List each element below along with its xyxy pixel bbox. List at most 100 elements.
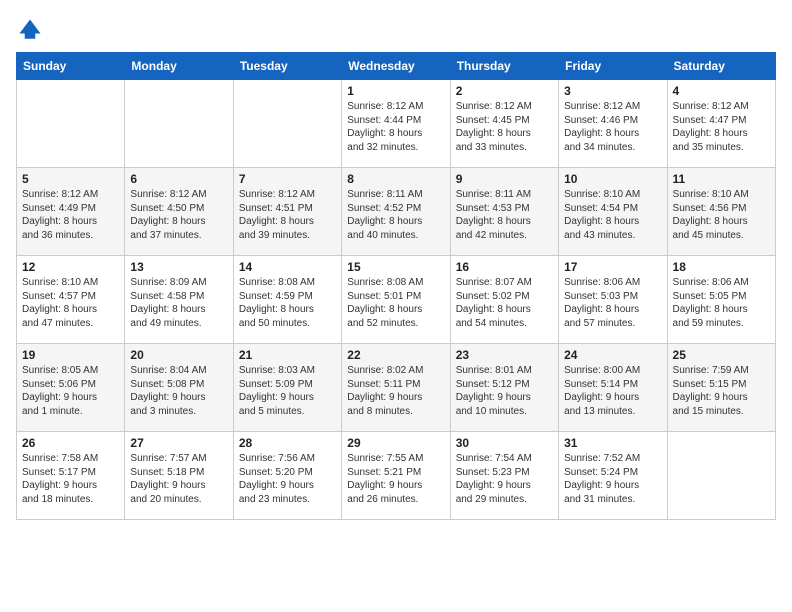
day-info: Sunrise: 8:04 AMSunset: 5:08 PMDaylight:…: [130, 364, 227, 418]
calendar-cell: 28 Sunrise: 7:56 AMSunset: 5:20 PMDayligh…: [233, 432, 341, 520]
day-number: 11: [673, 172, 770, 186]
calendar-cell: 1 Sunrise: 8:12 AMSunset: 4:44 PMDaylight…: [342, 80, 450, 168]
calendar-cell: 11 Sunrise: 8:10 AMSunset: 4:56 PMDayligh…: [667, 168, 775, 256]
day-number: 21: [239, 348, 336, 362]
day-info: Sunrise: 8:10 AMSunset: 4:54 PMDaylight:…: [564, 188, 661, 242]
calendar-cell: 13Sunrise: 8:09 AMSunset: 4:58 PMDayligh…: [125, 256, 233, 344]
logo: [16, 16, 48, 44]
day-info: Sunrise: 8:01 AMSunset: 5:12 PMDaylight:…: [456, 364, 553, 418]
day-info: Sunrise: 7:54 AMSunset: 5:23 PMDaylight:…: [456, 452, 553, 506]
weekday-header-wednesday: Wednesday: [342, 53, 450, 80]
weekday-header-tuesday: Tuesday: [233, 53, 341, 80]
day-number: 10: [564, 172, 661, 186]
calendar-cell: 12 Sunrise: 8:10 AMSunset: 4:57 PMDayligh…: [17, 256, 125, 344]
day-number: 9: [456, 172, 553, 186]
calendar-cell: 6 Sunrise: 8:12 AMSunset: 4:50 PMDaylight…: [125, 168, 233, 256]
day-number: 4: [673, 84, 770, 98]
day-number: 30: [456, 436, 553, 450]
day-info: Sunrise: 8:11 AMSunset: 4:53 PMDaylight:…: [456, 188, 553, 242]
calendar-cell: 21 Sunrise: 8:03 AMSunset: 5:09 PMDayligh…: [233, 344, 341, 432]
day-info: Sunrise: 8:10 AMSunset: 4:56 PMDaylight:…: [673, 188, 770, 242]
calendar-cell: 26 Sunrise: 7:58 AMSunset: 5:17 PMDayligh…: [17, 432, 125, 520]
calendar-cell: [667, 432, 775, 520]
day-info: Sunrise: 8:12 AMSunset: 4:44 PMDaylight:…: [347, 100, 444, 154]
day-info: Sunrise: 8:07 AMSunset: 5:02 PMDaylight:…: [456, 276, 553, 330]
day-number: 16: [456, 260, 553, 274]
calendar-cell: 10 Sunrise: 8:10 AMSunset: 4:54 PMDayligh…: [559, 168, 667, 256]
day-number: 2: [456, 84, 553, 98]
calendar-cell: 5 Sunrise: 8:12 AMSunset: 4:49 PMDaylight…: [17, 168, 125, 256]
calendar-cell: 19 Sunrise: 8:05 AMSunset: 5:06 PMDayligh…: [17, 344, 125, 432]
day-info: Sunrise: 8:00 AMSunset: 5:14 PMDaylight:…: [564, 364, 661, 418]
weekday-header-friday: Friday: [559, 53, 667, 80]
calendar-cell: 8 Sunrise: 8:11 AMSunset: 4:52 PMDaylight…: [342, 168, 450, 256]
weekday-header-sunday: Sunday: [17, 53, 125, 80]
calendar-cell: 7Sunrise: 8:12 AMSunset: 4:51 PMDaylight…: [233, 168, 341, 256]
day-number: 31: [564, 436, 661, 450]
week-row-4: 19 Sunrise: 8:05 AMSunset: 5:06 PMDayligh…: [17, 344, 776, 432]
day-info: Sunrise: 8:03 AMSunset: 5:09 PMDaylight:…: [239, 364, 336, 418]
day-info: Sunrise: 7:56 AMSunset: 5:20 PMDaylight:…: [239, 452, 336, 506]
day-number: 23: [456, 348, 553, 362]
calendar-container: SundayMondayTuesdayWednesdayThursdayFrid…: [0, 0, 792, 530]
day-info: Sunrise: 8:12 AMSunset: 4:49 PMDaylight:…: [22, 188, 119, 242]
calendar-cell: 17 Sunrise: 8:06 AMSunset: 5:03 PMDayligh…: [559, 256, 667, 344]
day-info: Sunrise: 7:59 AMSunset: 5:15 PMDaylight:…: [673, 364, 770, 418]
day-number: 12: [22, 260, 119, 274]
day-number: 1: [347, 84, 444, 98]
calendar-table: SundayMondayTuesdayWednesdayThursdayFrid…: [16, 52, 776, 520]
day-number: 24: [564, 348, 661, 362]
day-info: Sunrise: 8:11 AMSunset: 4:52 PMDaylight:…: [347, 188, 444, 242]
day-info: Sunrise: 7:55 AMSunset: 5:21 PMDaylight:…: [347, 452, 444, 506]
calendar-cell: 23 Sunrise: 8:01 AMSunset: 5:12 PMDayligh…: [450, 344, 558, 432]
weekday-header-monday: Monday: [125, 53, 233, 80]
day-info: Sunrise: 7:58 AMSunset: 5:17 PMDaylight:…: [22, 452, 119, 506]
calendar-cell: 18 Sunrise: 8:06 AMSunset: 5:05 PMDayligh…: [667, 256, 775, 344]
day-info: Sunrise: 8:08 AMSunset: 5:01 PMDaylight:…: [347, 276, 444, 330]
calendar-cell: 15 Sunrise: 8:08 AMSunset: 5:01 PMDayligh…: [342, 256, 450, 344]
day-number: 18: [673, 260, 770, 274]
day-number: 8: [347, 172, 444, 186]
day-info: Sunrise: 8:12 AMSunset: 4:51 PMDaylight:…: [239, 188, 336, 242]
day-info: Sunrise: 8:06 AMSunset: 5:03 PMDaylight:…: [564, 276, 661, 330]
day-info: Sunrise: 8:12 AMSunset: 4:50 PMDaylight:…: [130, 188, 227, 242]
calendar-cell: 31Sunrise: 7:52 AMSunset: 5:24 PMDayligh…: [559, 432, 667, 520]
day-number: 20: [130, 348, 227, 362]
day-number: 26: [22, 436, 119, 450]
calendar-cell: 27Sunrise: 7:57 AMSunset: 5:18 PMDayligh…: [125, 432, 233, 520]
day-number: 15: [347, 260, 444, 274]
day-info: Sunrise: 8:12 AMSunset: 4:45 PMDaylight:…: [456, 100, 553, 154]
day-number: 6: [130, 172, 227, 186]
day-number: 29: [347, 436, 444, 450]
weekday-header-saturday: Saturday: [667, 53, 775, 80]
day-info: Sunrise: 8:09 AMSunset: 4:58 PMDaylight:…: [130, 276, 227, 330]
calendar-cell: 14Sunrise: 8:08 AMSunset: 4:59 PMDayligh…: [233, 256, 341, 344]
calendar-cell: [125, 80, 233, 168]
day-info: Sunrise: 8:10 AMSunset: 4:57 PMDaylight:…: [22, 276, 119, 330]
day-number: 27: [130, 436, 227, 450]
calendar-cell: 22 Sunrise: 8:02 AMSunset: 5:11 PMDayligh…: [342, 344, 450, 432]
day-info: Sunrise: 8:12 AMSunset: 4:47 PMDaylight:…: [673, 100, 770, 154]
week-row-5: 26 Sunrise: 7:58 AMSunset: 5:17 PMDayligh…: [17, 432, 776, 520]
calendar-cell: 25 Sunrise: 7:59 AMSunset: 5:15 PMDayligh…: [667, 344, 775, 432]
calendar-cell: 29 Sunrise: 7:55 AMSunset: 5:21 PMDayligh…: [342, 432, 450, 520]
calendar-cell: 30 Sunrise: 7:54 AMSunset: 5:23 PMDayligh…: [450, 432, 558, 520]
day-number: 17: [564, 260, 661, 274]
day-number: 22: [347, 348, 444, 362]
calendar-cell: 2 Sunrise: 8:12 AMSunset: 4:45 PMDaylight…: [450, 80, 558, 168]
calendar-cell: 4 Sunrise: 8:12 AMSunset: 4:47 PMDaylight…: [667, 80, 775, 168]
day-number: 3: [564, 84, 661, 98]
week-row-2: 5 Sunrise: 8:12 AMSunset: 4:49 PMDaylight…: [17, 168, 776, 256]
day-info: Sunrise: 8:06 AMSunset: 5:05 PMDaylight:…: [673, 276, 770, 330]
day-number: 19: [22, 348, 119, 362]
day-info: Sunrise: 8:08 AMSunset: 4:59 PMDaylight:…: [239, 276, 336, 330]
day-number: 5: [22, 172, 119, 186]
calendar-cell: 20 Sunrise: 8:04 AMSunset: 5:08 PMDayligh…: [125, 344, 233, 432]
day-info: Sunrise: 8:02 AMSunset: 5:11 PMDaylight:…: [347, 364, 444, 418]
calendar-cell: [233, 80, 341, 168]
day-number: 25: [673, 348, 770, 362]
day-info: Sunrise: 8:05 AMSunset: 5:06 PMDaylight:…: [22, 364, 119, 418]
day-number: 28: [239, 436, 336, 450]
calendar-cell: [17, 80, 125, 168]
calendar-cell: 9 Sunrise: 8:11 AMSunset: 4:53 PMDaylight…: [450, 168, 558, 256]
